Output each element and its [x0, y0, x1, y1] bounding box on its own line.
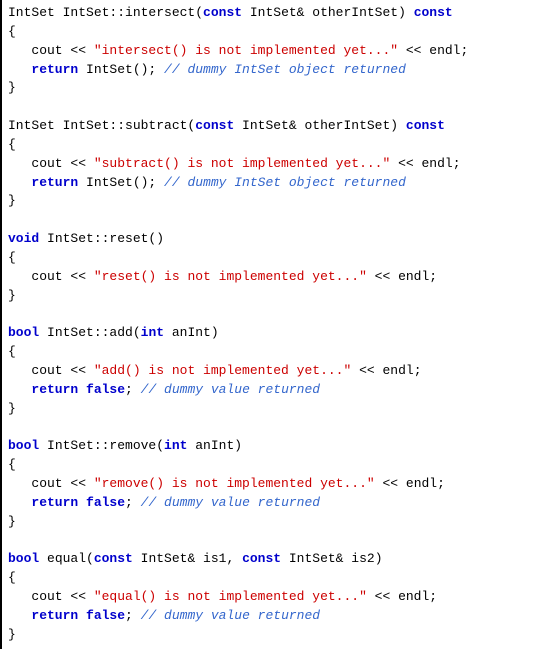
- brace: {: [8, 250, 16, 265]
- comment: // dummy value returned: [141, 608, 320, 623]
- kw-bool: bool: [8, 438, 39, 453]
- kw-false: false: [86, 608, 125, 623]
- ret-post: IntSet();: [78, 62, 164, 77]
- cout-pre: cout <<: [8, 589, 94, 604]
- kw-return: return: [31, 608, 78, 623]
- kw-const: const: [414, 5, 453, 20]
- ret-post: IntSet();: [78, 175, 164, 190]
- ret-pre: [8, 62, 31, 77]
- fn-equal: bool equal(const IntSet& is1, const IntS…: [8, 551, 437, 641]
- comment: // dummy value returned: [141, 382, 320, 397]
- cout-post: << endl;: [367, 589, 437, 604]
- cout-pre: cout <<: [8, 43, 94, 58]
- brace: }: [8, 627, 16, 642]
- cout-pre: cout <<: [8, 476, 94, 491]
- kw-const: const: [242, 551, 281, 566]
- fn-intersect: IntSet IntSet::intersect(const IntSet& o…: [8, 5, 468, 95]
- ret-pre: [8, 495, 31, 510]
- kw-return: return: [31, 495, 78, 510]
- sig: IntSet IntSet::intersect(: [8, 5, 203, 20]
- sig-param: IntSet& otherIntSet): [242, 5, 414, 20]
- kw-int: int: [164, 438, 187, 453]
- kw-return: return: [31, 175, 78, 190]
- brace: }: [8, 80, 16, 95]
- kw-const: const: [406, 118, 445, 133]
- brace: }: [8, 288, 16, 303]
- fn-add: bool IntSet::add(int anInt) { cout << "a…: [8, 325, 422, 415]
- brace: }: [8, 193, 16, 208]
- string-literal: "subtract() is not implemented yet...": [94, 156, 390, 171]
- ret-post: ;: [125, 382, 141, 397]
- kw-false: false: [86, 382, 125, 397]
- sig-p2: IntSet& is2): [281, 551, 382, 566]
- kw-return: return: [31, 382, 78, 397]
- string-literal: "equal() is not implemented yet...": [94, 589, 367, 604]
- cout-pre: cout <<: [8, 363, 94, 378]
- fn-reset: void IntSet::reset() { cout << "reset() …: [8, 231, 437, 303]
- kw-bool: bool: [8, 551, 39, 566]
- comment: // dummy value returned: [141, 495, 320, 510]
- cout-pre: cout <<: [8, 269, 94, 284]
- fn-subtract: IntSet IntSet::subtract(const IntSet& ot…: [8, 118, 461, 208]
- brace: {: [8, 24, 16, 39]
- string-literal: "reset() is not implemented yet...": [94, 269, 367, 284]
- kw-return: return: [31, 62, 78, 77]
- ret-post: ;: [125, 495, 141, 510]
- brace: }: [8, 514, 16, 529]
- brace: {: [8, 457, 16, 472]
- brace: {: [8, 570, 16, 585]
- kw-false: false: [86, 495, 125, 510]
- kw-bool: bool: [8, 325, 39, 340]
- sig-param: anInt): [187, 438, 242, 453]
- string-literal: "intersect() is not implemented yet...": [94, 43, 398, 58]
- cout-post: << endl;: [390, 156, 460, 171]
- kw-void: void: [8, 231, 39, 246]
- sig: IntSet::reset(): [39, 231, 164, 246]
- sig: IntSet::add(: [39, 325, 140, 340]
- kw-const: const: [203, 5, 242, 20]
- cout-post: << endl;: [367, 269, 437, 284]
- sig-param: IntSet& otherIntSet): [234, 118, 406, 133]
- ret-pre: [8, 608, 31, 623]
- comment: // dummy IntSet object returned: [164, 175, 406, 190]
- ret-mid: [78, 382, 86, 397]
- sig: IntSet::remove(: [39, 438, 164, 453]
- kw-int: int: [141, 325, 164, 340]
- kw-const: const: [195, 118, 234, 133]
- cout-post: << endl;: [398, 43, 468, 58]
- brace: {: [8, 344, 16, 359]
- cout-post: << endl;: [375, 476, 445, 491]
- sig: equal(: [39, 551, 94, 566]
- ret-mid: [78, 495, 86, 510]
- comment: // dummy IntSet object returned: [164, 62, 406, 77]
- cout-pre: cout <<: [8, 156, 94, 171]
- brace: }: [8, 401, 16, 416]
- code-block: IntSet IntSet::intersect(const IntSet& o…: [8, 4, 543, 645]
- cout-post: << endl;: [351, 363, 421, 378]
- ret-post: ;: [125, 608, 141, 623]
- string-literal: "remove() is not implemented yet...": [94, 476, 375, 491]
- sig-p1: IntSet& is1,: [133, 551, 242, 566]
- ret-pre: [8, 175, 31, 190]
- ret-pre: [8, 382, 31, 397]
- ret-mid: [78, 608, 86, 623]
- fn-remove: bool IntSet::remove(int anInt) { cout <<…: [8, 438, 445, 528]
- kw-const: const: [94, 551, 133, 566]
- sig-param: anInt): [164, 325, 219, 340]
- string-literal: "add() is not implemented yet...": [94, 363, 351, 378]
- brace: {: [8, 137, 16, 152]
- sig: IntSet IntSet::subtract(: [8, 118, 195, 133]
